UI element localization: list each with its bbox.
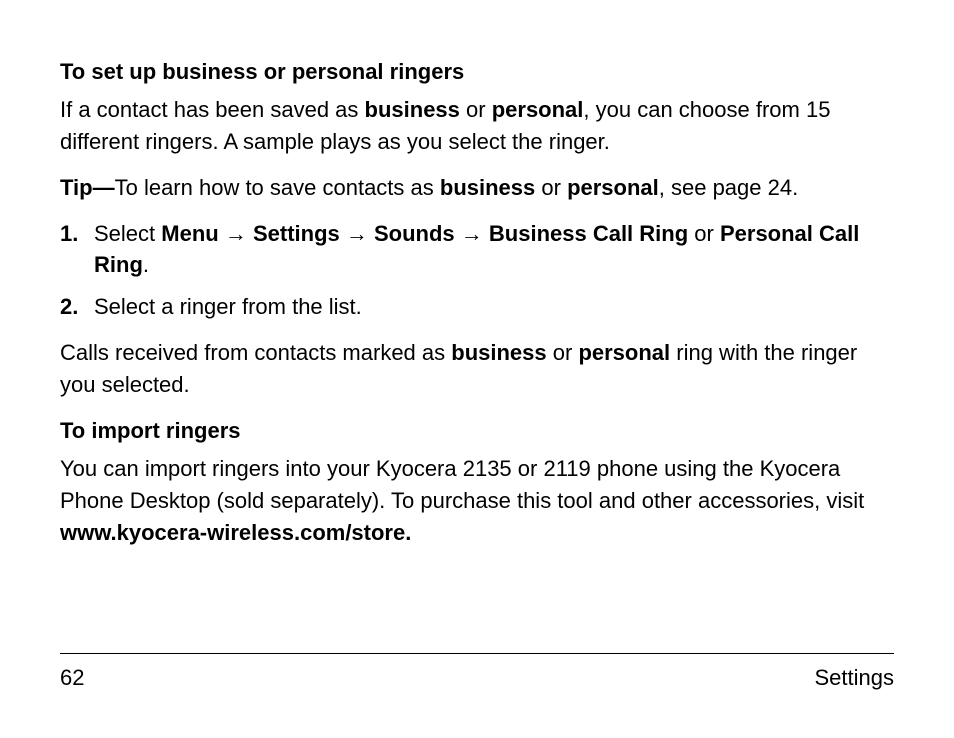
step-1: 1. Select Menu → Settings → Sounds → Bus… xyxy=(60,218,894,282)
bold-business: business xyxy=(451,340,546,365)
text: or xyxy=(535,175,567,200)
outro-paragraph: Calls received from contacts marked as b… xyxy=(60,337,894,401)
step-body: Select a ringer from the list. xyxy=(94,291,894,323)
text: You can import ringers into your Kyocera… xyxy=(60,456,864,513)
text: or xyxy=(547,340,579,365)
footer-section-label: Settings xyxy=(815,662,895,694)
menu-path-menu: Menu xyxy=(161,221,218,246)
import-paragraph: You can import ringers into your Kyocera… xyxy=(60,453,894,549)
arrow-icon: → xyxy=(455,221,489,246)
intro-paragraph: If a contact has been saved as business … xyxy=(60,94,894,158)
text: To learn how to save contacts as xyxy=(115,175,440,200)
footer-row: 62 Settings xyxy=(60,662,894,694)
steps-list: 1. Select Menu → Settings → Sounds → Bus… xyxy=(60,218,894,324)
text: Calls received from contacts marked as xyxy=(60,340,451,365)
step-body: Select Menu → Settings → Sounds → Busine… xyxy=(94,218,894,282)
page-number: 62 xyxy=(60,662,84,694)
arrow-icon: → xyxy=(219,221,253,246)
bold-personal: personal xyxy=(567,175,659,200)
section-heading-import: To import ringers xyxy=(60,415,894,447)
tip-paragraph: Tip—To learn how to save contacts as bus… xyxy=(60,172,894,204)
text: or xyxy=(688,221,720,246)
section-heading-ringers: To set up business or personal ringers xyxy=(60,56,894,88)
page-footer: 62 Settings xyxy=(60,653,894,694)
menu-path-sounds: Sounds xyxy=(374,221,455,246)
footer-rule xyxy=(60,653,894,654)
manual-page: To set up business or personal ringers I… xyxy=(0,0,954,738)
step-number: 1. xyxy=(60,218,94,282)
bold-business: business xyxy=(365,97,460,122)
menu-path-business-call-ring: Business Call Ring xyxy=(489,221,688,246)
text: or xyxy=(460,97,492,122)
bold-personal: personal xyxy=(578,340,670,365)
tip-label: Tip— xyxy=(60,175,115,200)
text: . xyxy=(143,252,149,277)
menu-path-settings: Settings xyxy=(253,221,340,246)
arrow-icon: → xyxy=(340,221,374,246)
text: , see page 24. xyxy=(659,175,798,200)
text: Select xyxy=(94,221,161,246)
text: If a contact has been saved as xyxy=(60,97,365,122)
url-text: www.kyocera-wireless.com/store. xyxy=(60,520,411,545)
step-number: 2. xyxy=(60,291,94,323)
bold-personal: personal xyxy=(492,97,584,122)
step-2: 2. Select a ringer from the list. xyxy=(60,291,894,323)
bold-business: business xyxy=(440,175,535,200)
